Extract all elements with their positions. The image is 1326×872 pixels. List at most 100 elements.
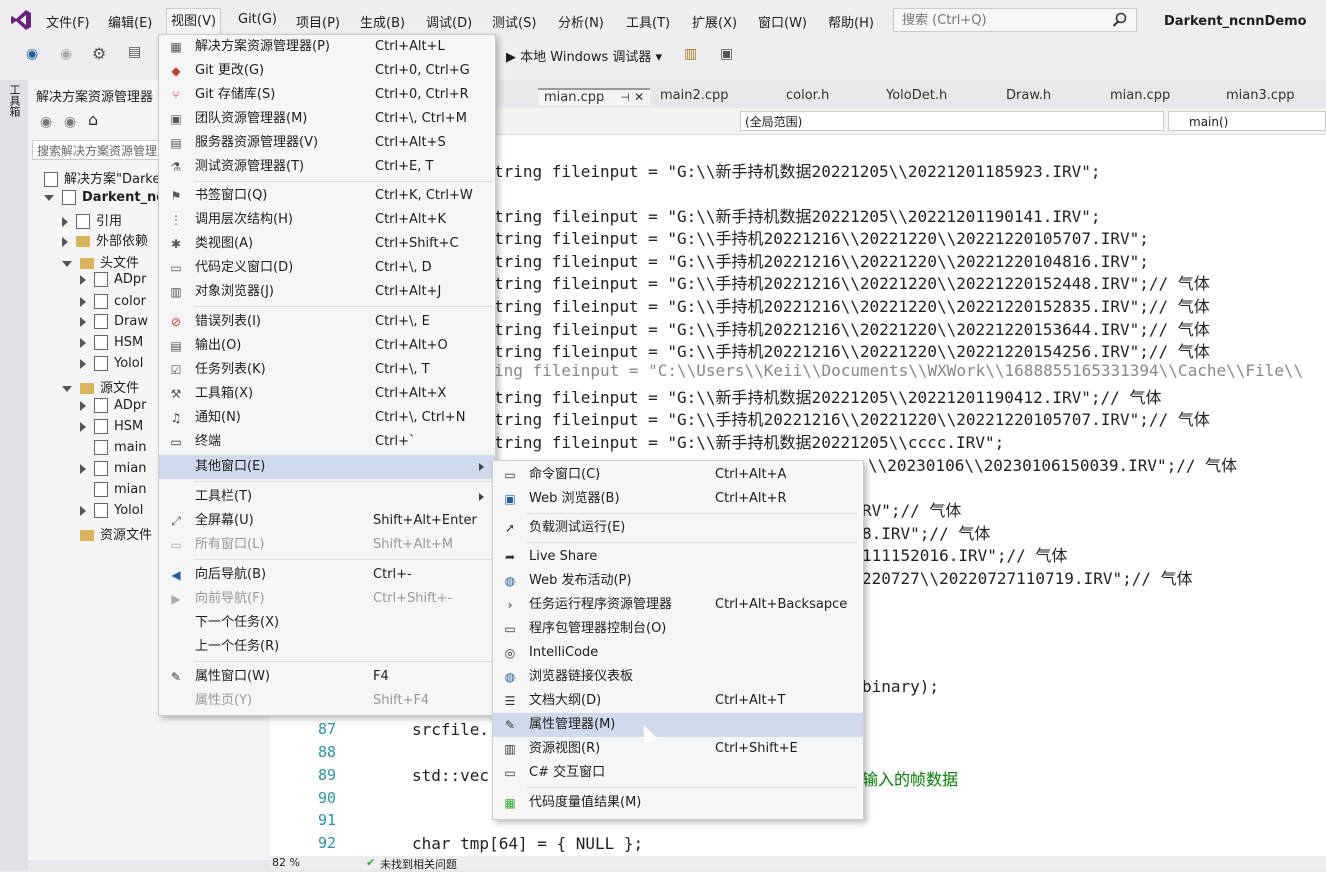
forward-icon[interactable]: ◉ [60, 46, 72, 62]
tree-item[interactable]: 资源文件 [80, 524, 152, 543]
menu-item-all-windows[interactable]: ▭ 所有窗口(L) Shift+Alt+M [159, 533, 495, 557]
menu-item-command-window[interactable]: ▭ 命令窗口(C) Ctrl+Alt+A [493, 463, 863, 487]
tree-item[interactable]: mian [94, 482, 146, 497]
home-icon[interactable]: ⌂ [88, 110, 98, 129]
menu-item-notifications[interactable]: ♫ 通知(N) Ctrl+\, Ctrl+N [159, 406, 495, 430]
menu-item-properties-window[interactable]: ✎ 属性窗口(W) F4 [159, 665, 495, 689]
tree-item[interactable]: Yolol [80, 503, 143, 518]
expand-icon[interactable] [44, 194, 54, 201]
menu-item-full-screen[interactable]: ⤢ 全屏幕(U) Shift+Alt+Enter [159, 509, 495, 533]
close-icon[interactable]: ✕ [634, 90, 644, 104]
menu-help[interactable]: 帮助(H) [828, 12, 874, 31]
menu-item-resource-view[interactable]: ▥ 资源视图(R) Ctrl+Shift+E [493, 737, 863, 761]
menu-analyze[interactable]: 分析(N) [558, 12, 604, 31]
search-icon[interactable] [1112, 12, 1128, 28]
menu-item-web-browser[interactable]: ▣ Web 浏览器(B) Ctrl+Alt+R [493, 487, 863, 511]
pin-icon[interactable]: ⊣ [620, 91, 630, 104]
menu-build[interactable]: 生成(B) [360, 12, 405, 31]
tree-item[interactable]: 解决方案"Darke [44, 168, 160, 187]
expand-icon[interactable] [80, 421, 86, 432]
settings-icon[interactable]: ⚙ [92, 44, 106, 63]
tab-color-h[interactable]: color.h [786, 88, 829, 103]
menu-item-error-list[interactable]: ⊘ 错误列表(I) Ctrl+\, E [159, 310, 495, 334]
menu-item-code-metrics-results[interactable]: ▦ 代码度量值结果(M) [493, 791, 863, 815]
screenshot-icon[interactable]: ▣ [720, 46, 733, 62]
refresh-icon[interactable]: ◉ [64, 114, 76, 130]
menu-item-code-definition[interactable]: ▭ 代码定义窗口(D) Ctrl+\, D [159, 256, 495, 280]
tree-item[interactable]: HSM [80, 335, 143, 350]
menu-item-object-browser[interactable]: ▥ 对象浏览器(J) Ctrl+Alt+J [159, 280, 495, 304]
tree-item[interactable]: 引用 [62, 210, 122, 229]
tab-yolodet-h[interactable]: YoloDet.h [886, 88, 947, 103]
zoom-level[interactable]: 82 % [272, 856, 300, 869]
expand-icon[interactable] [62, 216, 68, 227]
menu-item-class-view[interactable]: ✱ 类视图(A) Ctrl+Shift+C [159, 232, 495, 256]
menu-item-other-windows[interactable]: 其他窗口(E) [159, 455, 495, 479]
tree-item[interactable]: color [80, 294, 146, 309]
menu-item-toolbox[interactable]: ⚒ 工具箱(X) Ctrl+Alt+X [159, 382, 495, 406]
tree-item[interactable]: HSM [80, 419, 143, 434]
menu-item-toolbars[interactable]: 工具栏(T) [159, 485, 495, 509]
menu-item-intellicode[interactable]: ◎ IntelliCode [493, 641, 863, 665]
expand-icon[interactable] [80, 358, 86, 369]
menu-item-server-explorer[interactable]: ▤ 服务器资源管理器(V) Ctrl+Alt+S [159, 131, 495, 155]
menu-item-output[interactable]: ▤ 输出(O) Ctrl+Alt+O [159, 334, 495, 358]
menu-item-navigate-forward[interactable]: ▶ 向前导航(F) Ctrl+Shift+- [159, 587, 495, 611]
tree-item[interactable]: ADpr [80, 398, 147, 413]
start-debug-button[interactable]: ▶ 本地 Windows 调试器 ▾ [506, 46, 662, 65]
expand-icon[interactable] [80, 316, 86, 327]
menu-item-test-explorer[interactable]: ⚗ 测试资源管理器(T) Ctrl+E, T [159, 155, 495, 179]
menu-item-git-changes[interactable]: ◆ Git 更改(G) Ctrl+0, Ctrl+G [159, 59, 495, 83]
menu-item-property-manager[interactable]: ✎ 属性管理器(M) [493, 713, 863, 737]
menu-project[interactable]: 项目(P) [296, 12, 340, 31]
expand-icon[interactable] [80, 337, 86, 348]
breakpoint-icon[interactable]: ▥ [684, 46, 697, 62]
menu-item-team-explorer[interactable]: ▣ 团队资源管理器(M) Ctrl+\, Ctrl+M [159, 107, 495, 131]
search-input[interactable]: 搜索 (Ctrl+Q) [893, 8, 1137, 32]
tab-mian-cpp[interactable]: mian.cpp ⊣ ✕ [538, 88, 651, 105]
tab-mian3-cpp[interactable]: mian3.cpp [1226, 88, 1295, 103]
tree-item[interactable]: 头文件 [62, 252, 139, 271]
menu-debug[interactable]: 调试(D) [426, 12, 472, 31]
tree-item[interactable]: main [94, 440, 146, 455]
expand-icon[interactable] [62, 236, 68, 247]
menu-item-task-list[interactable]: ☑ 任务列表(K) Ctrl+\, T [159, 358, 495, 382]
menu-git[interactable]: Git(G) [238, 12, 277, 27]
menu-extensions[interactable]: 扩展(X) [692, 12, 737, 31]
tab-draw-h[interactable]: Draw.h [1006, 88, 1051, 103]
tree-item[interactable]: Darkent_ne [44, 190, 165, 205]
toolbox-tab[interactable]: 工具箱 [6, 84, 22, 117]
expand-icon[interactable] [80, 463, 86, 474]
tab-main2-cpp[interactable]: main2.cpp [660, 88, 729, 103]
expand-icon[interactable] [62, 385, 72, 392]
menu-item-package-manager-console[interactable]: ▭ 程序包管理器控制台(O) [493, 617, 863, 641]
tree-item[interactable]: 外部依赖 [62, 230, 148, 249]
function-dropdown[interactable]: main() [1168, 111, 1326, 131]
expand-icon[interactable] [80, 274, 86, 285]
tab-mian-cpp-2[interactable]: mian.cpp [1110, 88, 1170, 103]
menu-edit[interactable]: 编辑(E) [108, 12, 152, 31]
menu-window[interactable]: 窗口(W) [758, 12, 807, 31]
menu-item-web-publish[interactable]: ◍ Web 发布活动(P) [493, 569, 863, 593]
menu-item-previous-task[interactable]: 上一个任务(R) [159, 635, 495, 659]
tree-item[interactable]: 源文件 [62, 377, 139, 396]
menu-item-task-runner-explorer[interactable]: › 任务运行程序资源管理器 Ctrl+Alt+Backsapce [493, 593, 863, 617]
menu-item-document-outline[interactable]: ☰ 文档大纲(D) Ctrl+Alt+T [493, 689, 863, 713]
menu-item-browser-link-dashboard[interactable]: ◍ 浏览器链接仪表板 [493, 665, 863, 689]
menu-item-property-pages[interactable]: 属性页(Y) Shift+F4 [159, 689, 495, 713]
sync-icon[interactable]: ◉ [40, 114, 52, 130]
tree-item[interactable]: ADpr [80, 272, 147, 287]
menu-item-call-hierarchy[interactable]: ⋮ 调用层次结构(H) Ctrl+Alt+K [159, 208, 495, 232]
menu-item-csharp-interactive[interactable]: ▭ C# 交互窗口 [493, 761, 863, 785]
menu-item-next-task[interactable]: 下一个任务(X) [159, 611, 495, 635]
menu-tools[interactable]: 工具(T) [626, 12, 670, 31]
menu-item-terminal[interactable]: ▭ 终端 Ctrl+` [159, 430, 495, 454]
expand-icon[interactable] [80, 505, 86, 516]
tree-item[interactable]: mian [80, 461, 146, 476]
back-icon[interactable]: ◉ [26, 46, 38, 62]
menu-item-navigate-back[interactable]: ◀ 向后导航(B) Ctrl+- [159, 563, 495, 587]
menu-file[interactable]: 文件(F) [46, 12, 90, 31]
tree-item[interactable]: Yolol [80, 356, 143, 371]
menu-item-live-share[interactable]: ➦ Live Share [493, 545, 863, 569]
expand-icon[interactable] [80, 400, 86, 411]
